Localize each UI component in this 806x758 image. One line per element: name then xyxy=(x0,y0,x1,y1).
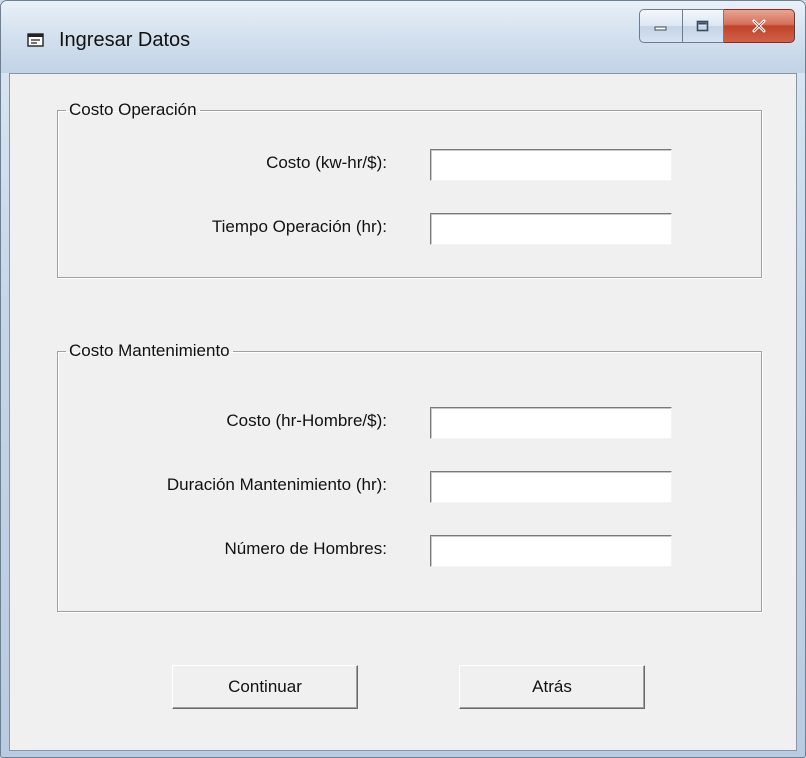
mantenimiento-legend: Costo Mantenimiento xyxy=(69,341,230,360)
atras-button[interactable]: Atrás xyxy=(459,665,645,709)
maximize-icon xyxy=(696,20,709,32)
numero-hombres-label: Número de Hombres: xyxy=(224,539,387,558)
continuar-button[interactable]: Continuar xyxy=(172,665,358,709)
minimize-icon xyxy=(654,26,667,31)
form-window-icon xyxy=(27,33,44,47)
costo-hrhombre-label: Costo (hr-Hombre/$): xyxy=(226,411,387,430)
caption-buttons xyxy=(639,9,795,43)
costo-hrhombre-input[interactable] xyxy=(430,407,672,439)
window-title: Ingresar Datos xyxy=(59,29,191,51)
operacion-legend: Costo Operación xyxy=(69,100,197,119)
numero-hombres-input[interactable] xyxy=(430,535,672,567)
title-bar[interactable]: Ingresar Datos xyxy=(1,1,805,73)
maximize-button[interactable] xyxy=(683,9,724,43)
close-icon xyxy=(752,19,766,33)
dialog-client-area: Costo Operación Costo (kw-hr/$): Tiempo … xyxy=(9,73,797,751)
duracion-mantenimiento-input[interactable] xyxy=(430,471,672,503)
minimize-button[interactable] xyxy=(639,9,683,43)
tiempo-operacion-input[interactable] xyxy=(430,213,672,245)
costo-kwhr-input[interactable] xyxy=(430,149,672,181)
duracion-mantenimiento-label: Duración Mantenimiento (hr): xyxy=(166,475,387,494)
costo-kwhr-label: Costo (kw-hr/$): xyxy=(266,153,387,172)
close-button[interactable] xyxy=(724,9,795,43)
tiempo-operacion-label: Tiempo Operación (hr): xyxy=(211,217,387,236)
operacion-groupbox: Costo Operación xyxy=(57,100,762,278)
dialog-window: Ingresar Datos Costo Operación Costo (kw… xyxy=(0,0,806,758)
